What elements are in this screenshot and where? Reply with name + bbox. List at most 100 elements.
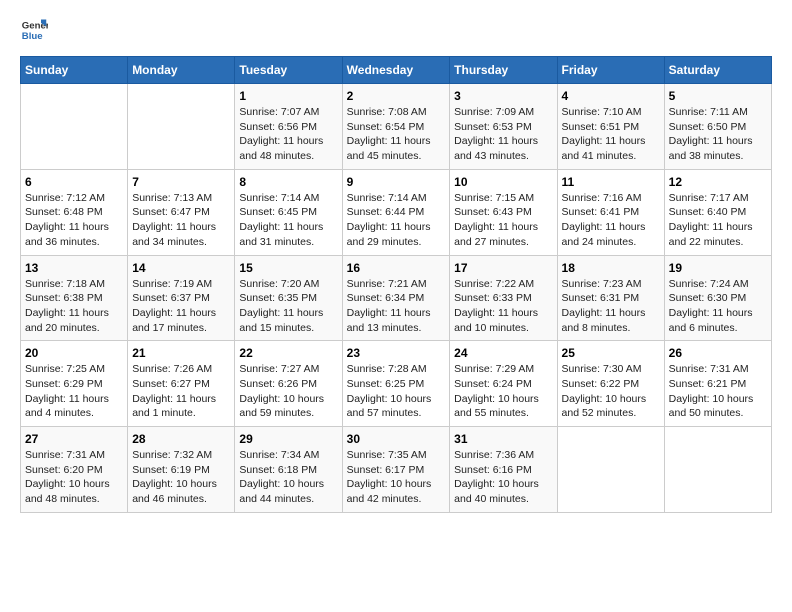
sunrise: Sunrise: 7:09 AM	[454, 106, 534, 118]
cell-content: Sunrise: 7:31 AM Sunset: 6:20 PM Dayligh…	[25, 448, 123, 507]
sunset: Sunset: 6:56 PM	[239, 121, 317, 133]
calendar-cell	[557, 427, 664, 513]
day-number: 6	[25, 175, 123, 189]
calendar-cell: 24 Sunrise: 7:29 AM Sunset: 6:24 PM Dayl…	[450, 341, 557, 427]
day-number: 25	[562, 346, 660, 360]
daylight: Daylight: 11 hours and 8 minutes.	[562, 307, 646, 334]
calendar-cell	[128, 84, 235, 170]
calendar-week-row: 20 Sunrise: 7:25 AM Sunset: 6:29 PM Dayl…	[21, 341, 772, 427]
calendar-body: 1 Sunrise: 7:07 AM Sunset: 6:56 PM Dayli…	[21, 84, 772, 513]
cell-content: Sunrise: 7:13 AM Sunset: 6:47 PM Dayligh…	[132, 191, 230, 250]
calendar-cell: 29 Sunrise: 7:34 AM Sunset: 6:18 PM Dayl…	[235, 427, 342, 513]
cell-content: Sunrise: 7:18 AM Sunset: 6:38 PM Dayligh…	[25, 277, 123, 336]
day-number: 27	[25, 432, 123, 446]
calendar-cell: 4 Sunrise: 7:10 AM Sunset: 6:51 PM Dayli…	[557, 84, 664, 170]
cell-content: Sunrise: 7:12 AM Sunset: 6:48 PM Dayligh…	[25, 191, 123, 250]
sunrise: Sunrise: 7:25 AM	[25, 363, 105, 375]
sunset: Sunset: 6:53 PM	[454, 121, 532, 133]
sunrise: Sunrise: 7:17 AM	[669, 192, 749, 204]
logo-icon: General Blue	[20, 16, 48, 44]
sunset: Sunset: 6:27 PM	[132, 378, 210, 390]
header-day: Saturday	[664, 57, 771, 84]
day-number: 24	[454, 346, 552, 360]
cell-content: Sunrise: 7:27 AM Sunset: 6:26 PM Dayligh…	[239, 362, 337, 421]
daylight: Daylight: 10 hours and 44 minutes.	[239, 478, 324, 505]
cell-content: Sunrise: 7:26 AM Sunset: 6:27 PM Dayligh…	[132, 362, 230, 421]
sunrise: Sunrise: 7:11 AM	[669, 106, 748, 118]
sunset: Sunset: 6:25 PM	[347, 378, 425, 390]
header: General Blue	[20, 16, 772, 44]
day-number: 10	[454, 175, 552, 189]
sunset: Sunset: 6:18 PM	[239, 464, 317, 476]
daylight: Daylight: 10 hours and 42 minutes.	[347, 478, 432, 505]
daylight: Daylight: 11 hours and 38 minutes.	[669, 135, 753, 162]
cell-content: Sunrise: 7:28 AM Sunset: 6:25 PM Dayligh…	[347, 362, 446, 421]
sunset: Sunset: 6:21 PM	[669, 378, 747, 390]
daylight: Daylight: 11 hours and 4 minutes.	[25, 393, 109, 420]
sunrise: Sunrise: 7:22 AM	[454, 278, 534, 290]
calendar-cell: 25 Sunrise: 7:30 AM Sunset: 6:22 PM Dayl…	[557, 341, 664, 427]
header-day: Sunday	[21, 57, 128, 84]
calendar-week-row: 27 Sunrise: 7:31 AM Sunset: 6:20 PM Dayl…	[21, 427, 772, 513]
sunrise: Sunrise: 7:21 AM	[347, 278, 427, 290]
calendar-cell: 6 Sunrise: 7:12 AM Sunset: 6:48 PM Dayli…	[21, 169, 128, 255]
daylight: Daylight: 11 hours and 17 minutes.	[132, 307, 216, 334]
daylight: Daylight: 10 hours and 55 minutes.	[454, 393, 539, 420]
sunset: Sunset: 6:54 PM	[347, 121, 425, 133]
sunset: Sunset: 6:29 PM	[25, 378, 103, 390]
day-number: 2	[347, 89, 446, 103]
sunrise: Sunrise: 7:32 AM	[132, 449, 212, 461]
header-day: Thursday	[450, 57, 557, 84]
sunset: Sunset: 6:16 PM	[454, 464, 532, 476]
sunset: Sunset: 6:41 PM	[562, 206, 640, 218]
sunset: Sunset: 6:22 PM	[562, 378, 640, 390]
sunset: Sunset: 6:45 PM	[239, 206, 317, 218]
sunrise: Sunrise: 7:10 AM	[562, 106, 642, 118]
header-day: Friday	[557, 57, 664, 84]
cell-content: Sunrise: 7:17 AM Sunset: 6:40 PM Dayligh…	[669, 191, 767, 250]
calendar-cell: 16 Sunrise: 7:21 AM Sunset: 6:34 PM Dayl…	[342, 255, 450, 341]
daylight: Daylight: 10 hours and 52 minutes.	[562, 393, 647, 420]
day-number: 9	[347, 175, 446, 189]
daylight: Daylight: 11 hours and 43 minutes.	[454, 135, 538, 162]
calendar-cell: 11 Sunrise: 7:16 AM Sunset: 6:41 PM Dayl…	[557, 169, 664, 255]
day-number: 30	[347, 432, 446, 446]
sunrise: Sunrise: 7:31 AM	[25, 449, 105, 461]
calendar-cell: 22 Sunrise: 7:27 AM Sunset: 6:26 PM Dayl…	[235, 341, 342, 427]
daylight: Daylight: 11 hours and 6 minutes.	[669, 307, 753, 334]
calendar-cell: 18 Sunrise: 7:23 AM Sunset: 6:31 PM Dayl…	[557, 255, 664, 341]
cell-content: Sunrise: 7:16 AM Sunset: 6:41 PM Dayligh…	[562, 191, 660, 250]
sunrise: Sunrise: 7:36 AM	[454, 449, 534, 461]
cell-content: Sunrise: 7:32 AM Sunset: 6:19 PM Dayligh…	[132, 448, 230, 507]
calendar-cell: 7 Sunrise: 7:13 AM Sunset: 6:47 PM Dayli…	[128, 169, 235, 255]
sunset: Sunset: 6:33 PM	[454, 292, 532, 304]
cell-content: Sunrise: 7:35 AM Sunset: 6:17 PM Dayligh…	[347, 448, 446, 507]
cell-content: Sunrise: 7:25 AM Sunset: 6:29 PM Dayligh…	[25, 362, 123, 421]
header-day: Wednesday	[342, 57, 450, 84]
cell-content: Sunrise: 7:11 AM Sunset: 6:50 PM Dayligh…	[669, 105, 767, 164]
calendar-cell: 23 Sunrise: 7:28 AM Sunset: 6:25 PM Dayl…	[342, 341, 450, 427]
sunset: Sunset: 6:31 PM	[562, 292, 640, 304]
calendar-cell: 19 Sunrise: 7:24 AM Sunset: 6:30 PM Dayl…	[664, 255, 771, 341]
cell-content: Sunrise: 7:07 AM Sunset: 6:56 PM Dayligh…	[239, 105, 337, 164]
calendar-cell	[21, 84, 128, 170]
daylight: Daylight: 11 hours and 22 minutes.	[669, 221, 753, 248]
sunset: Sunset: 6:34 PM	[347, 292, 425, 304]
calendar-cell: 28 Sunrise: 7:32 AM Sunset: 6:19 PM Dayl…	[128, 427, 235, 513]
daylight: Daylight: 10 hours and 46 minutes.	[132, 478, 217, 505]
cell-content: Sunrise: 7:30 AM Sunset: 6:22 PM Dayligh…	[562, 362, 660, 421]
sunset: Sunset: 6:48 PM	[25, 206, 103, 218]
daylight: Daylight: 10 hours and 59 minutes.	[239, 393, 324, 420]
day-number: 5	[669, 89, 767, 103]
sunset: Sunset: 6:40 PM	[669, 206, 747, 218]
sunrise: Sunrise: 7:19 AM	[132, 278, 212, 290]
daylight: Daylight: 11 hours and 13 minutes.	[347, 307, 431, 334]
daylight: Daylight: 11 hours and 31 minutes.	[239, 221, 323, 248]
cell-content: Sunrise: 7:23 AM Sunset: 6:31 PM Dayligh…	[562, 277, 660, 336]
daylight: Daylight: 10 hours and 40 minutes.	[454, 478, 539, 505]
sunset: Sunset: 6:37 PM	[132, 292, 210, 304]
cell-content: Sunrise: 7:34 AM Sunset: 6:18 PM Dayligh…	[239, 448, 337, 507]
calendar-cell: 17 Sunrise: 7:22 AM Sunset: 6:33 PM Dayl…	[450, 255, 557, 341]
calendar-header: SundayMondayTuesdayWednesdayThursdayFrid…	[21, 57, 772, 84]
sunset: Sunset: 6:35 PM	[239, 292, 317, 304]
